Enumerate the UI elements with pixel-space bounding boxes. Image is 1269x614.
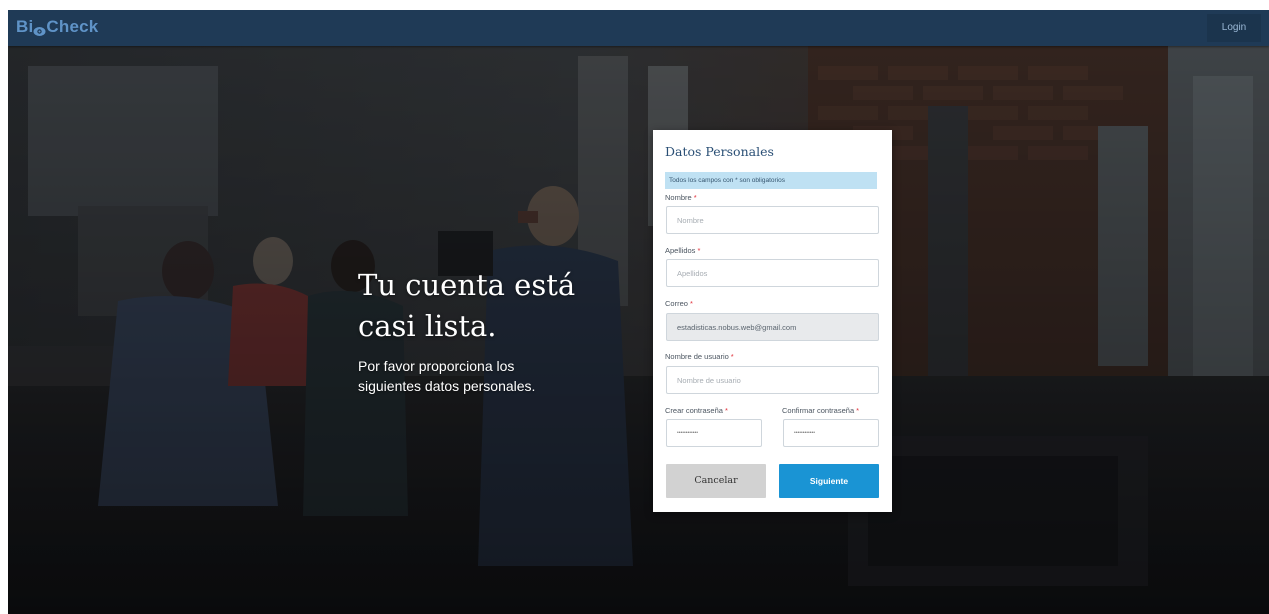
hero-subtitle-line1: Por favor proporciona los — [358, 358, 515, 374]
correo-label: Correo * — [665, 299, 693, 308]
nombre-input[interactable] — [666, 206, 879, 234]
correo-label-text: Correo — [665, 299, 688, 308]
crear-contrasena-input[interactable] — [666, 419, 762, 447]
nombre-label-text: Nombre — [665, 193, 692, 202]
background-photo — [8, 46, 1269, 614]
hero-title-line1: Tu cuenta está — [358, 268, 576, 302]
required-fields-notice: Todos los campos con * son obligatorios — [665, 172, 877, 189]
eye-logo-icon — [33, 22, 46, 36]
brand-suffix: Check — [46, 17, 99, 36]
top-navbar: Bi Check Login — [8, 10, 1269, 46]
required-mark: * — [697, 246, 701, 255]
required-mark: * — [724, 406, 728, 415]
required-mark: * — [856, 406, 860, 415]
nombre-label: Nombre * — [665, 193, 697, 202]
crear-contrasena-label: Crear contraseña * — [665, 406, 728, 415]
hero-subtitle: Por favor proporciona los siguientes dat… — [358, 356, 598, 396]
apellidos-input[interactable] — [666, 259, 879, 287]
correo-input[interactable] — [666, 313, 879, 341]
apellidos-label-text: Apellidos — [665, 246, 696, 255]
confirmar-contrasena-input[interactable] — [783, 419, 879, 447]
next-button[interactable]: Siguiente — [779, 464, 879, 498]
personal-data-form: Datos Personales Todos los campos con * … — [653, 130, 892, 512]
confirmar-contrasena-label-text: Confirmar contraseña — [782, 406, 855, 415]
required-mark: * — [693, 193, 697, 202]
hero-title-line2: casi lista. — [358, 309, 497, 343]
hero-title: Tu cuenta está casi lista. — [358, 265, 638, 347]
apellidos-label: Apellidos * — [665, 246, 700, 255]
usuario-label-text: Nombre de usuario — [665, 352, 729, 361]
hero-subtitle-line2: siguientes datos personales. — [358, 378, 536, 394]
confirmar-contrasena-label: Confirmar contraseña * — [782, 406, 859, 415]
brand-prefix: Bi — [16, 17, 34, 36]
required-mark: * — [689, 299, 693, 308]
form-title: Datos Personales — [665, 144, 774, 159]
login-button[interactable]: Login — [1207, 14, 1261, 42]
app-frame: Bi Check Login Tu cuenta está casi lista… — [8, 10, 1269, 614]
cancel-button[interactable]: Cancelar — [666, 464, 766, 498]
usuario-label: Nombre de usuario * — [665, 352, 734, 361]
required-mark: * — [730, 352, 734, 361]
usuario-input[interactable] — [666, 366, 879, 394]
brand-logo[interactable]: Bi Check — [16, 17, 98, 37]
crear-contrasena-label-text: Crear contraseña — [665, 406, 723, 415]
